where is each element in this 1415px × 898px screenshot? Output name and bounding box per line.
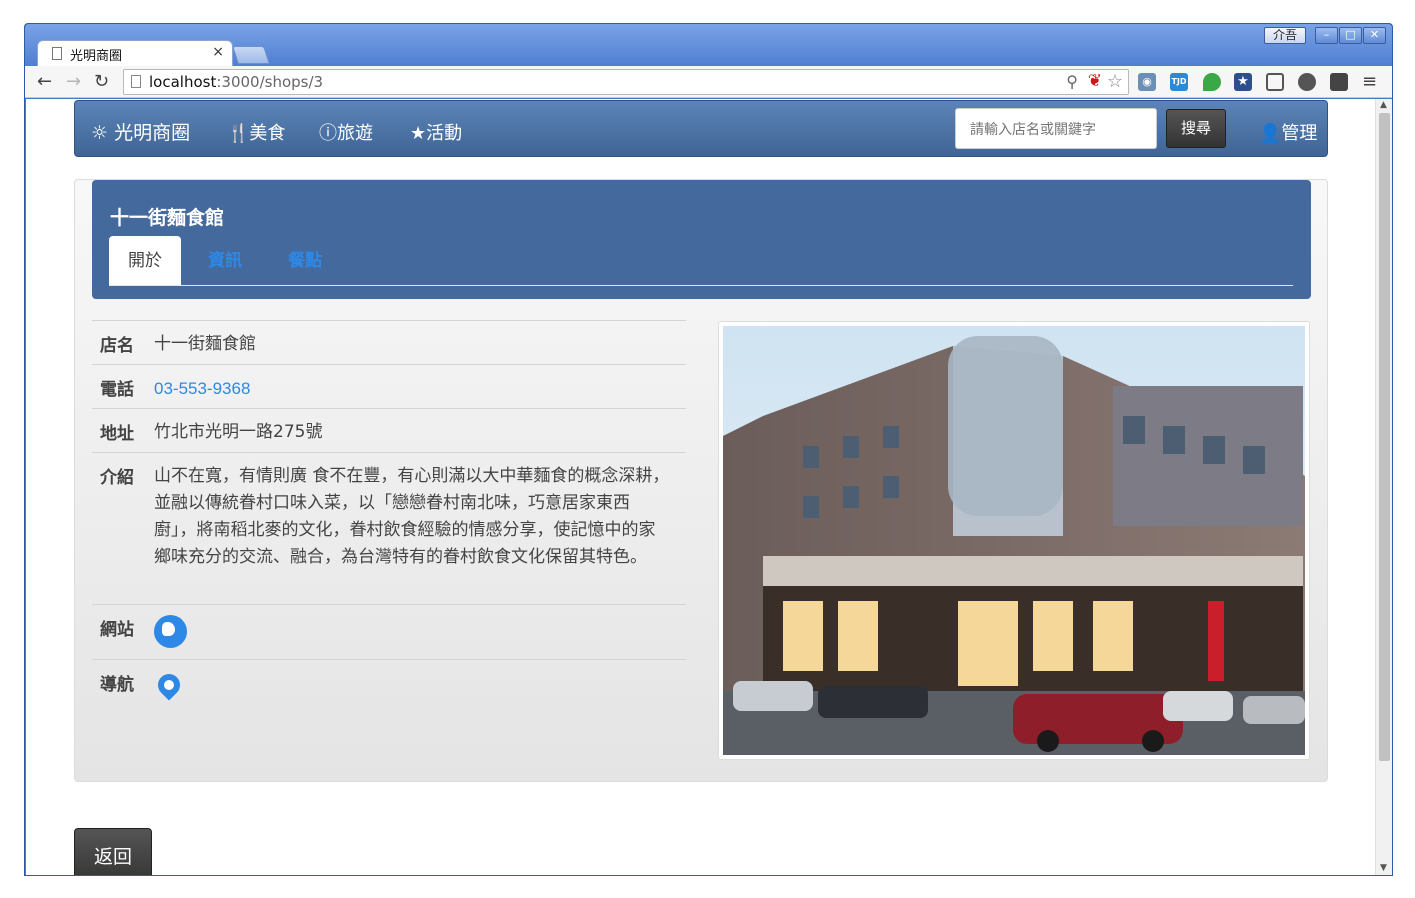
brand-link[interactable]: ☼ 光明商圈 [91,118,190,145]
intro-value: 山不在寬，有情則廣 食不在豐，有心則滿以大中華麵食的概念深耕，並融以傳統眷村口味… [154,466,670,567]
nav-event-link[interactable]: ★活動 [410,119,462,145]
name-label: 店名 [100,336,134,356]
search-input[interactable] [955,108,1157,149]
page-scrollbar[interactable]: ▲ ▼ [1375,99,1392,875]
extension-red-icon[interactable]: ❦ [1088,71,1102,91]
table-row-intro: 介紹 山不在寬，有情則廣 食不在豐，有心則滿以大中華麵食的概念深耕，並融以傳統眷… [92,452,686,604]
tab-info[interactable]: 資訊 [190,236,260,286]
back-arrow-icon[interactable]: ← [37,71,52,92]
sun-icon: ☼ [91,122,115,144]
table-row-website: 網站 [92,604,686,659]
url-host: localhost [149,73,217,91]
search-button[interactable]: 搜尋 [1166,109,1226,148]
page-icon [52,47,62,60]
nav-food-link[interactable]: 🍴美食 [227,119,285,145]
reload-icon[interactable]: ↻ [94,71,109,92]
browser-tab[interactable]: 光明商圈 × [37,40,233,66]
scroll-thumb[interactable] [1379,113,1390,761]
browser-window: 光明商圈 × 介吾 – □ ✕ ← → ↻ localhost:3000/sho… [24,23,1393,876]
tab-close-icon[interactable]: × [212,44,224,60]
name-value: 十一街麵食館 [154,334,256,354]
nav-travel-label: 旅遊 [337,123,373,144]
tjd-extension-icon[interactable]: TJD [1170,73,1188,91]
close-window-icon[interactable]: ✕ [1363,27,1386,44]
nav-admin-link[interactable]: 👤管理 [1259,119,1317,145]
bookmark-star-icon[interactable]: ☆ [1107,71,1123,92]
nav-travel-link[interactable]: ⓘ旅遊 [319,119,373,145]
shop-title: 十一街麵食館 [110,207,225,229]
address-value: 竹北市光明一路275號 [154,422,323,442]
cast-icon[interactable] [1266,73,1284,91]
page-icon [131,75,141,88]
scroll-down-icon[interactable]: ▼ [1380,863,1387,873]
map-pin-icon[interactable] [153,669,185,701]
site-navbar: ☼ 光明商圈 🍴美食 ⓘ旅遊 ★活動 搜尋 👤管理 [74,100,1328,157]
browser-toolbar: ← → ↻ localhost:3000/shops/3 ⚲ ❦ ☆ ◉ TJD… [25,66,1392,98]
scroll-up-icon[interactable]: ▲ [1380,100,1387,110]
box-extension-icon[interactable] [1330,73,1348,91]
maximize-icon[interactable]: □ [1339,27,1362,44]
page-viewport: ☼ 光明商圈 🍴美食 ⓘ旅遊 ★活動 搜尋 👤管理 十一街麵食館 開於 資訊 餐… [26,99,1392,875]
table-row-name: 店名 十一街麵食館 [92,320,686,364]
nav-food-label: 美食 [249,123,286,144]
table-row-phone: 電話 03-553-9368 [92,364,686,408]
profile-button[interactable]: 介吾 [1264,27,1306,44]
navigation-label: 導航 [100,675,134,695]
shop-info-table: 店名 十一街麵食館 電話 03-553-9368 地址 竹北市光明一路275號 … [92,320,686,714]
globe-icon[interactable] [154,615,187,648]
phone-link[interactable]: 03-553-9368 [154,375,686,398]
url-text[interactable]: localhost:3000/shops/3 [149,73,323,91]
table-row-navigation: 導航 [92,659,686,714]
shop-panel-header: 十一街麵食館 開於 資訊 餐點 [92,180,1311,299]
octocat-extension-icon[interactable] [1298,73,1316,91]
address-label: 地址 [100,424,134,444]
forward-arrow-icon[interactable]: → [66,71,81,92]
tab-menu[interactable]: 餐點 [270,236,340,286]
tab-title: 光明商圈 [70,49,123,64]
shop-photo [723,326,1305,755]
shop-panel: 十一街麵食館 開於 資訊 餐點 店名 十一街麵食館 電話 03-553-9368… [74,179,1328,782]
intro-label: 介紹 [100,468,134,488]
table-row-address: 地址 竹北市光明一路275號 [92,408,686,452]
user-icon: 👤 [1259,123,1282,144]
shop-photo-frame [718,321,1310,760]
star-icon: ★ [410,123,427,144]
nav-admin-label: 管理 [1281,123,1318,144]
minimize-icon[interactable]: – [1315,27,1338,44]
camera-extension-icon[interactable]: ◉ [1138,73,1156,91]
website-label: 網站 [100,620,134,640]
new-tab-button[interactable] [232,46,270,64]
nav-event-label: 活動 [426,123,463,144]
star-extension-icon[interactable]: ★ [1234,73,1252,91]
phone-label: 電話 [100,380,134,400]
address-bar[interactable]: localhost:3000/shops/3 ⚲ ❦ ☆ [123,69,1129,95]
brand-label: 光明商圈 [114,122,191,144]
url-path: :3000/shops/3 [216,73,324,91]
info-icon: ⓘ [319,123,337,144]
back-button[interactable]: 返回 [74,828,152,875]
tabs-divider [109,285,1293,286]
tab-about[interactable]: 開於 [109,236,181,286]
zoom-icon[interactable]: ⚲ [1066,72,1078,91]
utensils-icon: 🍴 [227,123,250,144]
leaf-extension-icon[interactable] [1203,73,1221,91]
title-bar: 光明商圈 × 介吾 – □ ✕ [25,24,1392,66]
menu-icon[interactable]: ≡ [1362,71,1377,92]
